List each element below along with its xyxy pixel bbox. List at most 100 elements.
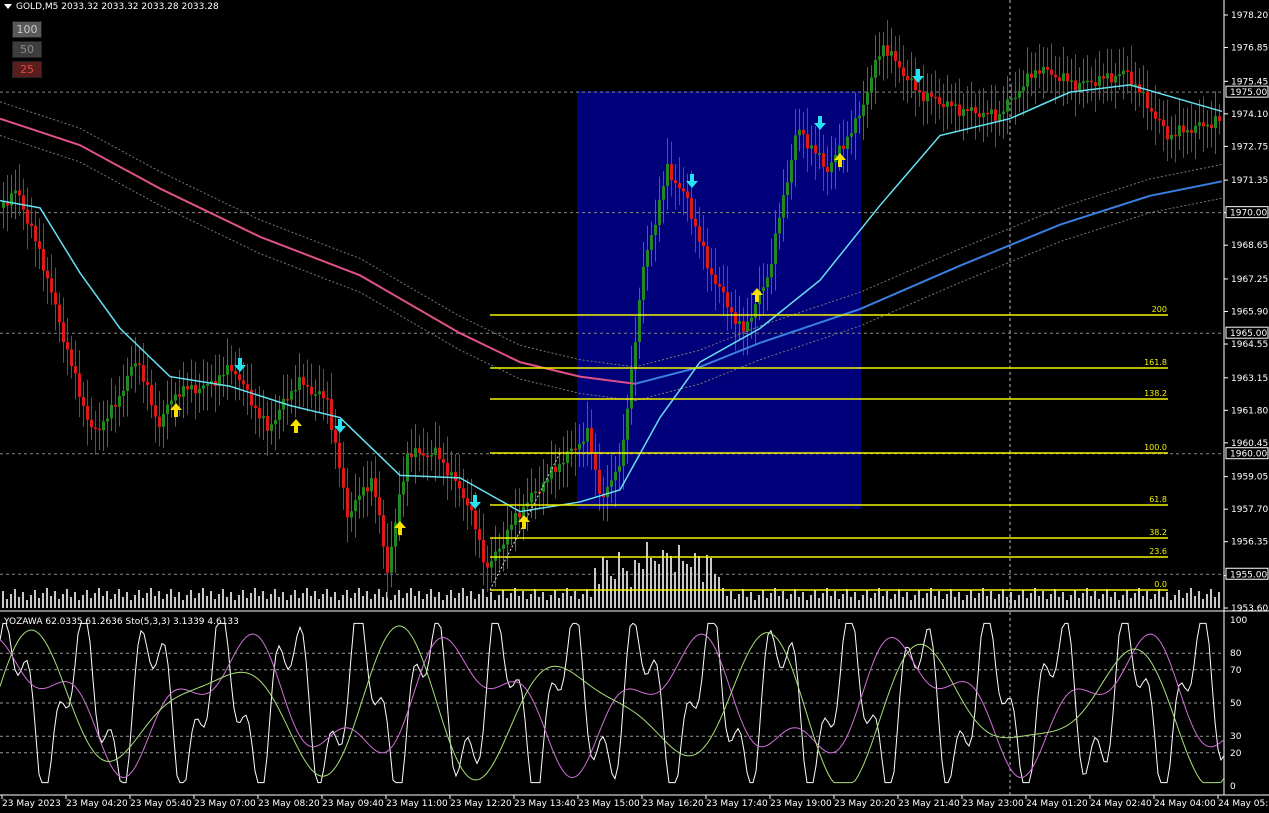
candle-body (926, 93, 929, 102)
volume-bar (1150, 599, 1152, 608)
candle-body (454, 472, 457, 481)
candle-body (1078, 82, 1081, 91)
volume-bar (514, 588, 516, 608)
volume-bar (598, 584, 600, 608)
volume-bar (518, 596, 520, 608)
candle-body (1098, 75, 1101, 86)
candle-body (102, 421, 105, 431)
candle-body (406, 453, 409, 482)
candle-body (638, 299, 641, 343)
time-tick-label: 24 May 02:40 (1090, 799, 1152, 809)
candle-body (78, 373, 81, 398)
candle-body (90, 419, 93, 428)
volume-bar (458, 593, 460, 608)
volume-bar (154, 596, 156, 608)
candle-body (514, 512, 517, 525)
volume-bar (1134, 593, 1136, 608)
volume-bar (618, 552, 620, 608)
fib-level-label: 38.2 (1149, 528, 1167, 537)
fib-level-label: 0.0 (1154, 580, 1167, 589)
candle-body (110, 404, 113, 419)
volume-bar (130, 600, 132, 608)
candle-body (714, 274, 717, 284)
candle-body (462, 488, 465, 499)
candle-body (450, 472, 453, 476)
volume-bar (302, 593, 304, 608)
volume-bar (2, 591, 4, 608)
volume-bar (814, 590, 816, 608)
candle-body (1066, 73, 1069, 82)
volume-bar (18, 597, 20, 608)
volume-bar (422, 599, 424, 608)
volume-bar (970, 590, 972, 608)
volume-bar (590, 597, 592, 608)
candle-body (1142, 91, 1145, 94)
volume-bar (654, 561, 656, 608)
volume-bar (222, 589, 224, 608)
volume-bar (490, 592, 492, 608)
volume-bar (774, 588, 776, 608)
volume-bar (462, 588, 464, 608)
volume-bar (82, 595, 84, 608)
volume-bar (510, 593, 512, 608)
candle-body (518, 512, 521, 518)
chart-window[interactable]: 1978.20 1976.85 1975.45 1974.10 1972.75 1971.… (0, 0, 1269, 809)
volume-bar (638, 563, 640, 608)
volume-bar (658, 564, 660, 608)
price-level-box-label: 1965.00 (1230, 329, 1267, 339)
candle-body (118, 395, 121, 407)
volume-bar (370, 599, 372, 608)
volume-bar (926, 593, 928, 608)
volume-bar (98, 588, 100, 608)
volume-bar (230, 592, 232, 608)
scale-button-25[interactable]: 25 (12, 61, 42, 78)
candle-body (1114, 76, 1117, 83)
candle-body (790, 160, 793, 183)
volume-bar (138, 590, 140, 608)
candle-body (946, 101, 949, 107)
candle-body (722, 286, 725, 293)
scale-button-50[interactable]: 50 (12, 41, 42, 58)
candle-body (38, 241, 41, 249)
price-tick-label: 1978.20 (1231, 11, 1268, 21)
candle-body (898, 60, 901, 68)
candle-body (366, 487, 369, 492)
volume-bar (1002, 589, 1004, 608)
candle-body (850, 133, 853, 137)
volume-bar (90, 598, 92, 608)
volume-bar (930, 588, 932, 608)
volume-bar (1026, 598, 1028, 608)
volume-bar (22, 592, 24, 608)
candle-body (502, 544, 505, 549)
volume-bar (414, 596, 416, 608)
volume-bar (950, 589, 952, 608)
volume-bar (290, 595, 292, 608)
price-tick-label: 1971.35 (1231, 176, 1268, 186)
volume-bar (682, 561, 684, 608)
volume-bar (910, 600, 912, 608)
candle-body (1206, 124, 1209, 127)
candle-body (346, 487, 349, 518)
candle-body (1170, 134, 1173, 140)
candle-body (698, 226, 701, 242)
volume-bar (690, 567, 692, 608)
volume-bar (942, 599, 944, 608)
candle-body (666, 164, 669, 187)
price-chart[interactable]: 1978.201976.851975.451974.101972.751971.… (0, 0, 1269, 809)
fib-level-label: 61.8 (1149, 495, 1167, 504)
volume-bar (54, 591, 56, 608)
candle-body (246, 384, 249, 390)
volume-bar (214, 599, 216, 608)
chart-menu-triangle-icon[interactable] (4, 4, 12, 9)
candle-body (810, 145, 813, 149)
volume-bar (918, 590, 920, 608)
time-tick-label: 23 May 21:40 (898, 799, 960, 809)
volume-bar (158, 591, 160, 608)
candle-body (86, 405, 89, 420)
scale-button-100[interactable]: 100 (12, 21, 42, 38)
volume-bar (502, 590, 504, 608)
time-tick-label: 24 May 01:20 (1026, 799, 1088, 809)
volume-bar (1138, 588, 1140, 608)
candle-body (302, 377, 305, 385)
candle-body (1202, 122, 1205, 127)
